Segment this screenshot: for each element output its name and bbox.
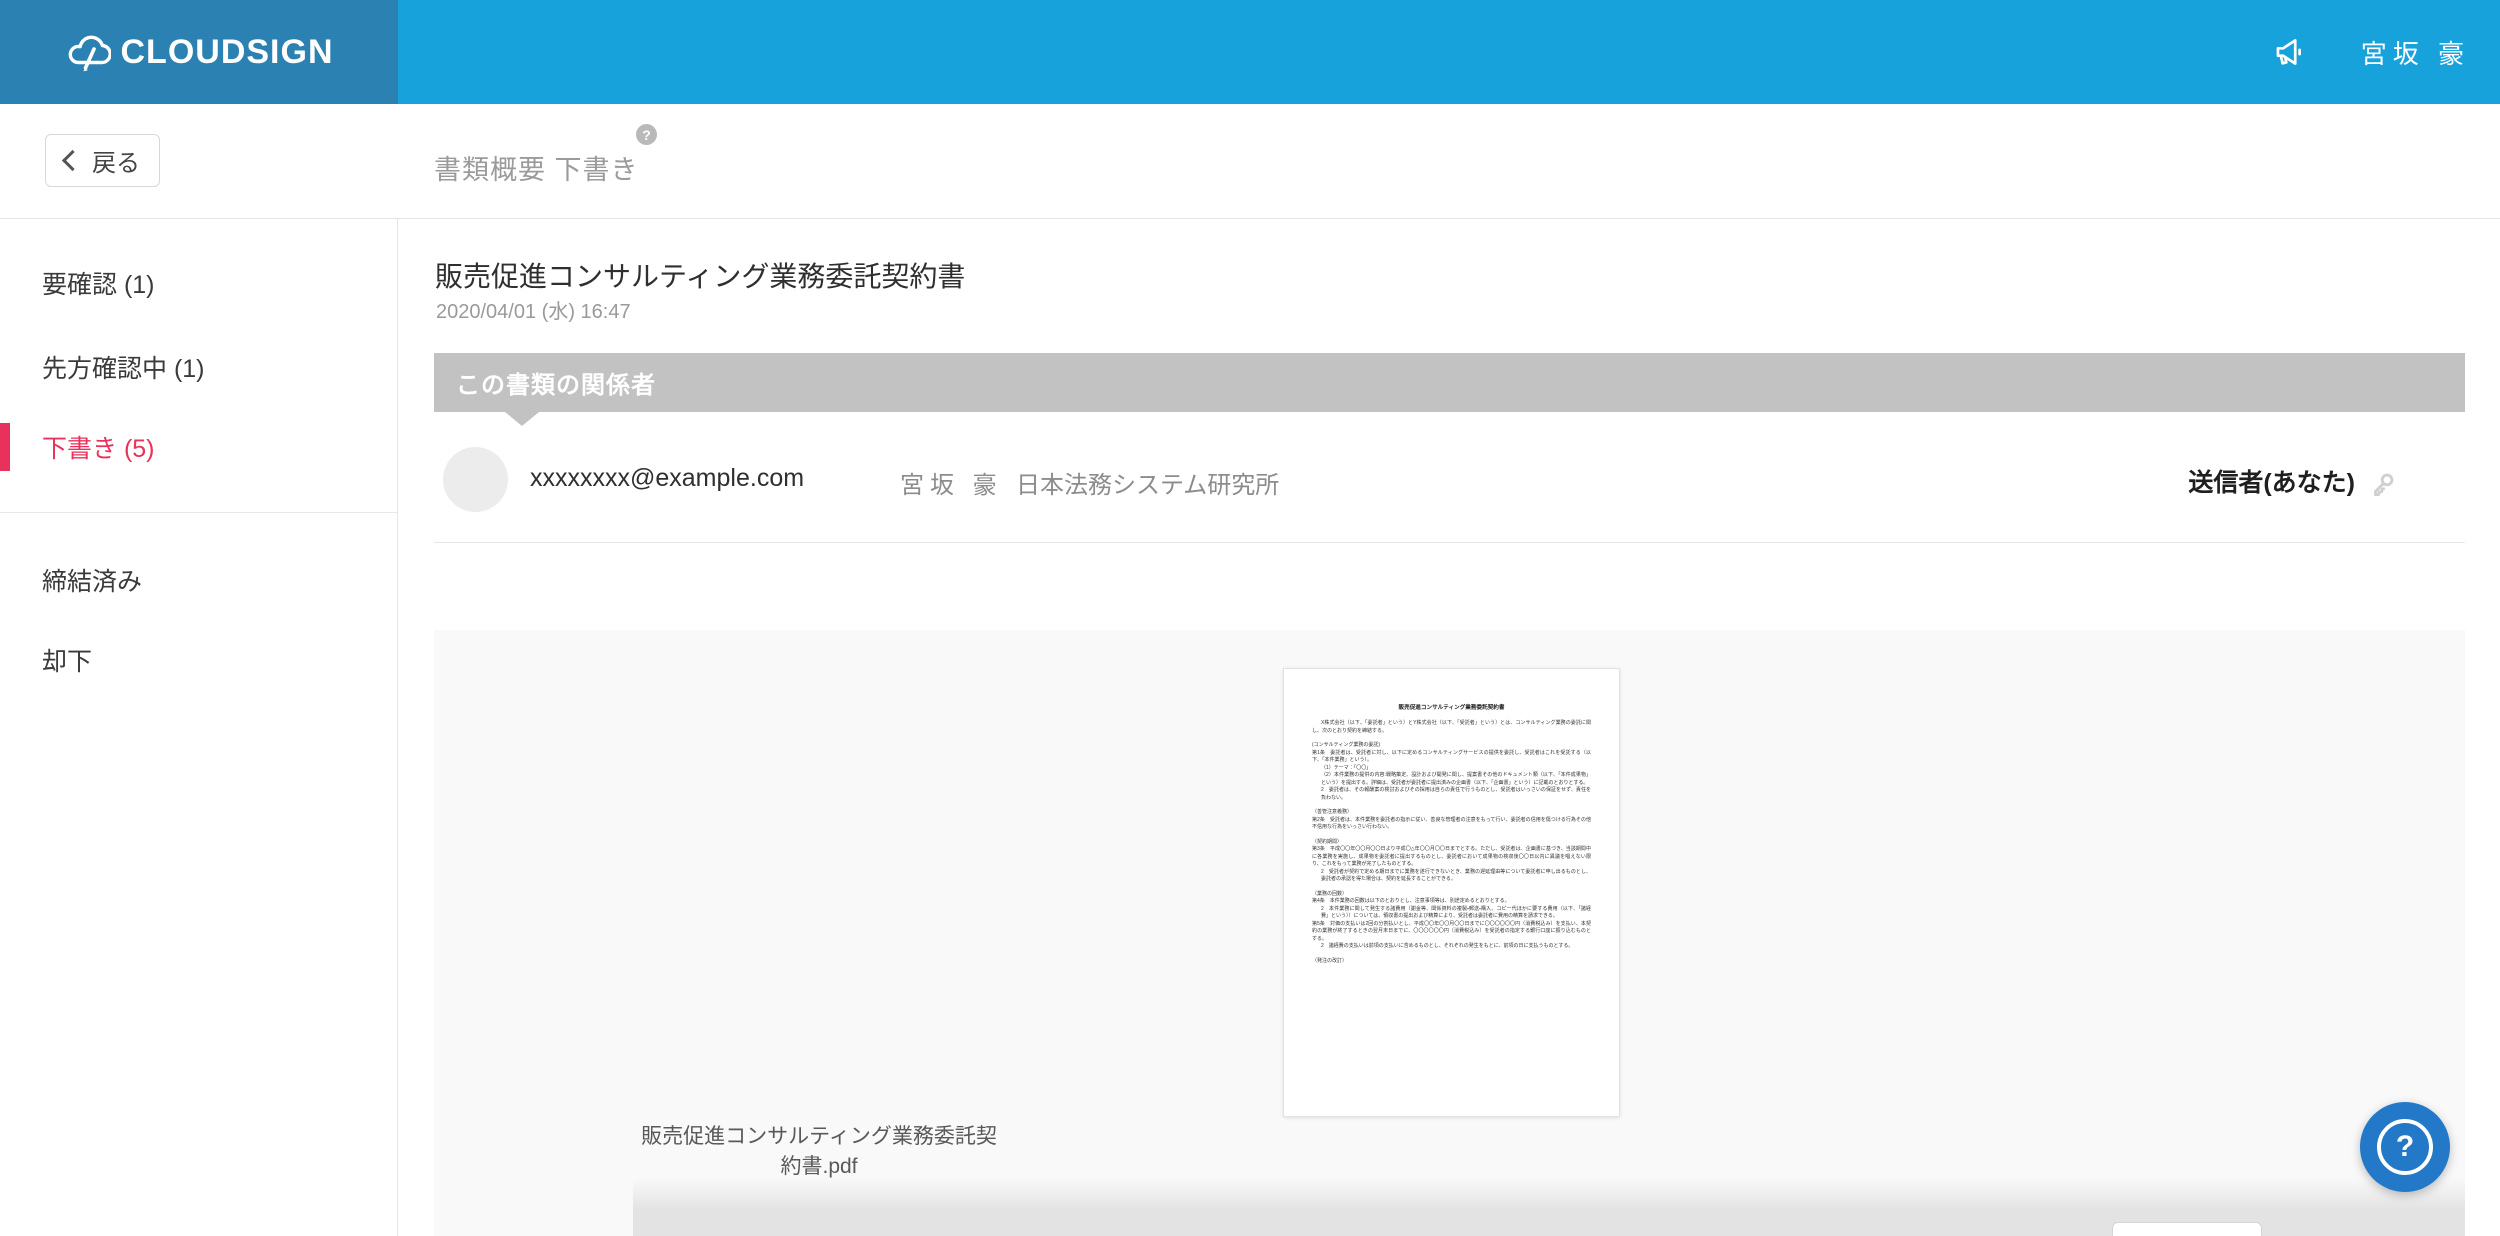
sidebar-item-drafts[interactable]: 下書き (5) [0,423,398,471]
pdf-text-block: （善管注意義務） [1312,809,1591,817]
sidebar-item-label: 先方確認中 (1) [42,349,205,385]
bottom-toolbar-shadow [633,1178,2465,1208]
sidebar-item-label: 却下 [42,642,92,678]
active-item-marker [0,423,10,471]
participant-company: 日本法務システム研究所 [1016,465,1279,500]
pdf-file-caption: 販売促進コンサルティング業務委託契約書.pdf [634,1122,1004,1183]
pdf-text-block: （2）本件業務の提供の内容:戦略策定、設計および開発に関し、提案書その他のドキュ… [1312,772,1591,787]
sidebar-item-needs-check[interactable]: 要確認 (1) [0,259,398,307]
page-title: 書類概要 下書き [434,148,639,187]
participant-email: xxxxxxxx@example.com [530,464,804,493]
pdf-text-block: 2 委託者は、その報酬案の検討およびその採用は自らの責任で行うものとし、受託者は… [1312,787,1591,802]
cloudsign-app: CLOUDSIGN 宮坂 豪 戻る 書類概要 下書き ? 要確認 (1) [0,0,2500,1236]
megaphone-icon[interactable] [2272,35,2306,69]
chevron-left-icon [62,150,83,171]
pdf-text-block: X株式会社（以下、「委託者」という）とY株式会社（以下、「受託者」という）とは、… [1312,720,1591,735]
question-circle-icon: ? [2377,1119,2433,1175]
row-divider [434,542,2465,543]
pdf-text-block: （1）テーマ：「〇〇」 [1312,765,1591,773]
participant-avatar [443,447,508,512]
user-menu[interactable]: 宮坂 豪 [2361,34,2470,71]
brand-name: CLOUDSIGN [121,33,334,72]
pdf-text-block: （発注の改訂） [1312,958,1591,966]
sidebar-item-label: 要確認 (1) [42,265,155,301]
cloud-pen-icon [65,32,111,72]
participants-header-label: この書類の関係者 [456,365,656,400]
participants-header-tail [505,412,539,426]
topbar-right-group: 宮坂 豪 [2272,0,2470,104]
sidebar-item-awaiting-other-party[interactable]: 先方確認中 (1) [0,343,398,391]
pdf-page-body: X株式会社（以下、「委託者」という）とY株式会社（以下、「受託者」という）とは、… [1312,720,1591,965]
pdf-text-block: 第5条 対価の支払いは2回の分割払いとし、平成〇〇年〇〇月〇〇日までに〇〇〇〇〇… [1312,921,1591,944]
document-title: 販売促進コンサルティング業務委託契約書 [435,255,965,295]
pdf-text-block: 第3条 平成〇〇年〇〇月〇〇日より平成〇△年〇〇月〇〇日までとする。ただし、受託… [1312,846,1591,869]
title-help-icon[interactable]: ? [636,124,657,145]
back-button-label: 戻る [92,143,140,178]
pdf-text-block: 第2条 受託者は、本件業務を委託者の指示に従い、善良な管理者の注意をもって行い、… [1312,817,1591,832]
sidebar-item-label: 締結済み [42,562,142,598]
participant-role-label: 送信者(あなた) [2188,463,2355,499]
pdf-page-thumbnail[interactable]: 販売促進コンサルティング業務委託契約書 X株式会社（以下、「委託者」という）とY… [1283,668,1620,1117]
pdf-text-block: 第4条 本件業務の回数は以下のとおりとし、注意事項等は、別途定めるとおりとする。 [1312,898,1591,906]
sidebar-item-concluded[interactable]: 締結済み [0,556,398,604]
pdf-text-block: 第1条 委託者は、受託者に対し、以下に定めるコンサルティングサービスの提供を委託… [1312,750,1591,765]
participant-name: 宮坂 豪 [900,465,1003,500]
floating-help-button[interactable]: ? [2360,1102,2450,1192]
document-datetime: 2020/04/01 (水) 16:47 [436,295,631,324]
back-button[interactable]: 戻る [45,134,160,187]
status-sidebar: 要確認 (1) 先方確認中 (1) 下書き (5) 締結済み 却下 [0,219,398,1236]
pdf-text-block: 2 受託者が契約で定める期日までに業務を遂行できないとき、業務の遅延理由等につい… [1312,869,1591,884]
pdf-text-block: （契約期間） [1312,839,1591,847]
pdf-text-block: (コンサルティング業務の委託) [1312,742,1591,750]
bottom-partial-button[interactable] [2112,1222,2262,1236]
key-icon [2369,470,2397,498]
pdf-text-block: 2 諸経費の支払いは前項の支払いに含めるものとし、それぞれの発生をもとに、前項の… [1312,943,1591,951]
brand-logo[interactable]: CLOUDSIGN [0,0,398,104]
sidebar-item-label: 下書き (5) [42,429,155,465]
participant-row: xxxxxxxx@example.com 宮坂 豪 日本法務システム研究所 送信… [434,440,2465,522]
pdf-page-title: 販売促進コンサルティング業務委託契約書 [1312,703,1591,711]
sidebar-divider [0,512,398,513]
participants-header-bar: この書類の関係者 [434,353,2465,412]
page-header: 戻る 書類概要 下書き ? [0,104,2500,219]
pdf-text-block: 2 本件業務に関して発生する諸費用（謝金等、関係資料の複製・郵送・購入、コピー代… [1312,906,1591,921]
top-navbar: CLOUDSIGN 宮坂 豪 [0,0,2500,104]
pdf-text-block: （業務の回数） [1312,891,1591,899]
pdf-preview-panel: 販売促進コンサルティング業務委託契約書 X株式会社（以下、「委託者」という）とY… [434,630,2465,1236]
sidebar-item-rejected[interactable]: 却下 [0,636,398,684]
